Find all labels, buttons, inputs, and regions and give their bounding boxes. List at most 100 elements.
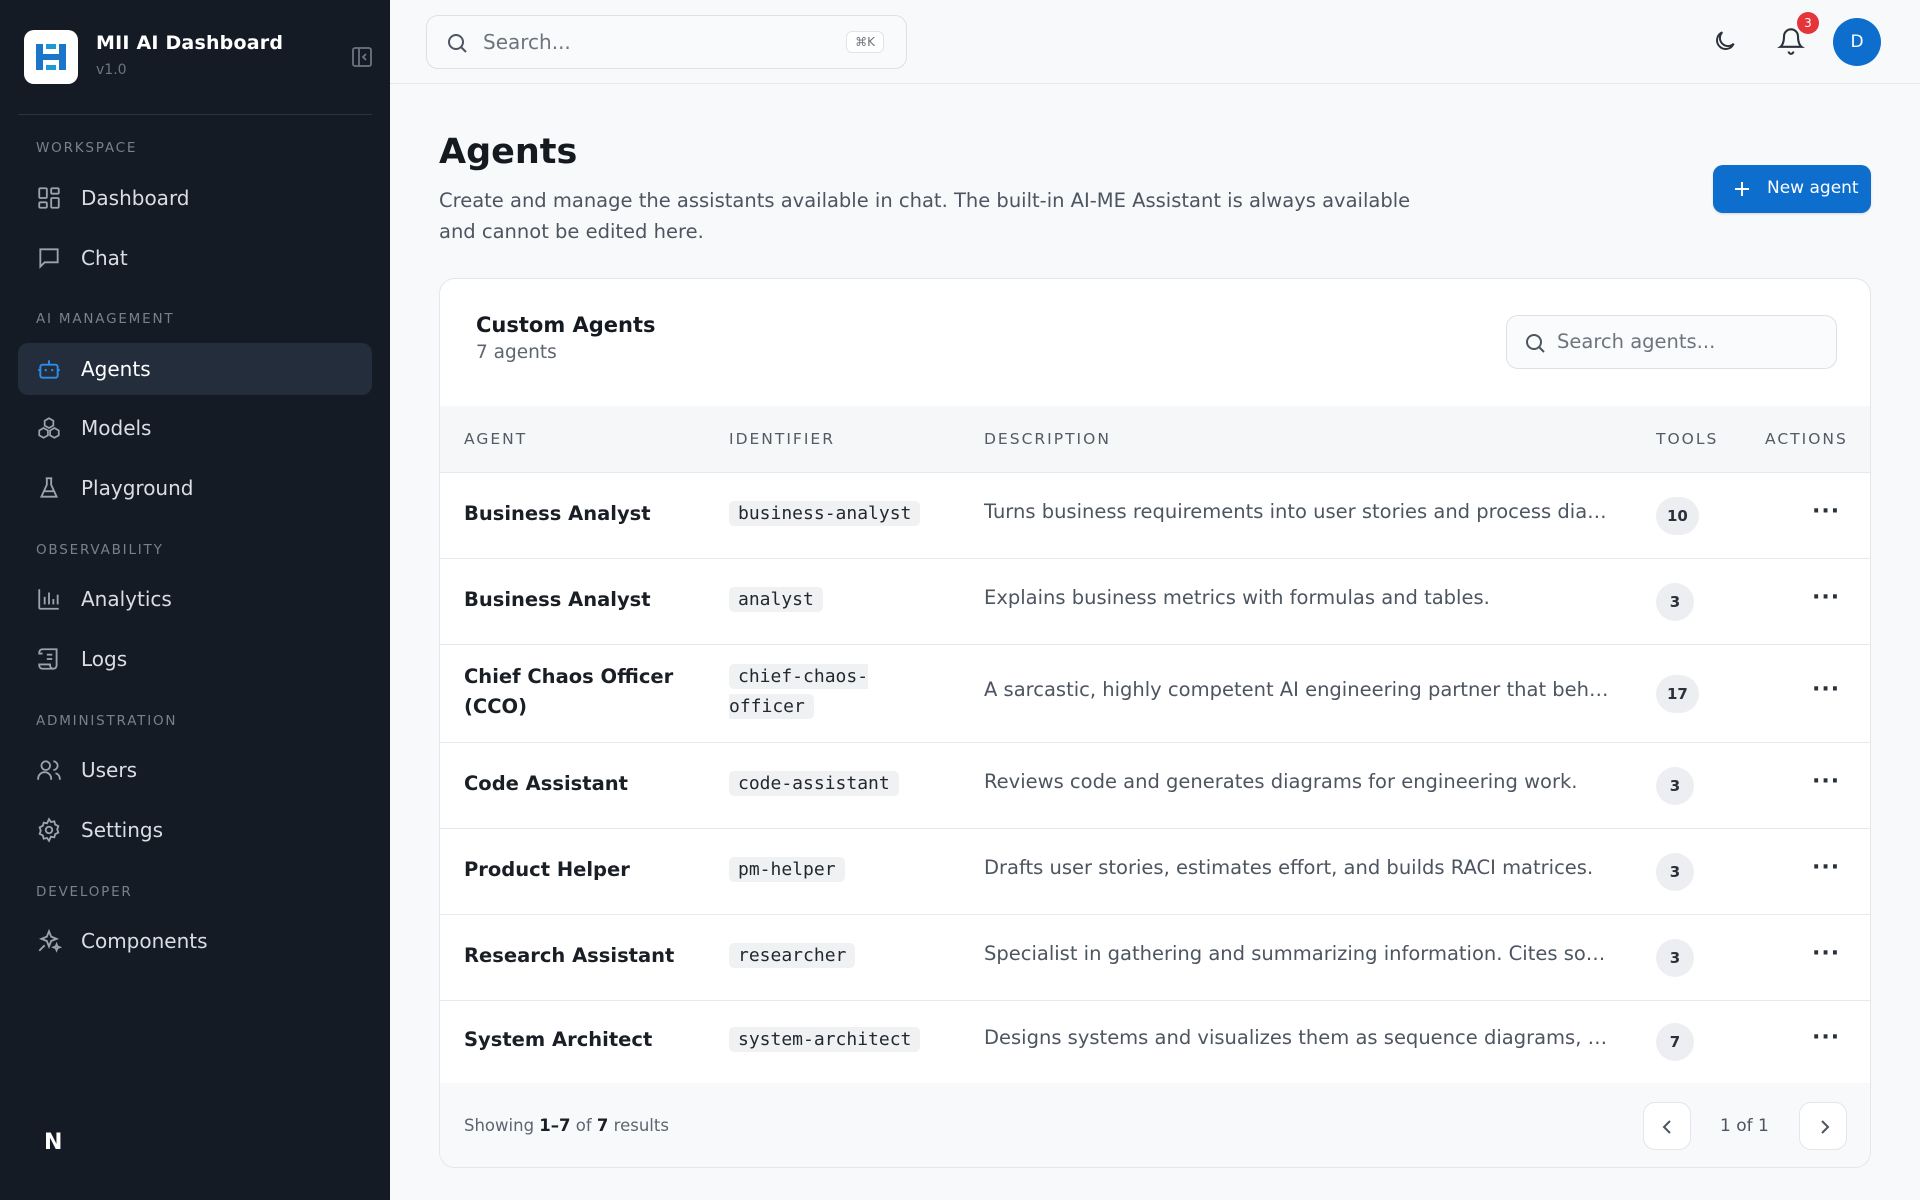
agent-identifier: system-architect [729, 1025, 921, 1055]
sidebar-item-label: Logs [81, 647, 128, 671]
table-row[interactable]: Code Assistant code-assistant Reviews co… [440, 743, 1870, 829]
sparkles-icon [36, 928, 63, 954]
sidebar-item-agents[interactable]: Agents [18, 343, 372, 395]
page-title: Agents [439, 132, 578, 172]
row-actions-menu-icon[interactable]: ··· [1812, 585, 1840, 610]
tools-count-badge: 10 [1656, 497, 1699, 535]
column-header-identifier: IDENTIFIER [729, 430, 835, 448]
agent-name: Product Helper [464, 858, 630, 881]
row-actions-menu-icon[interactable]: ··· [1812, 499, 1840, 524]
sidebar-item-chat[interactable]: Chat [18, 232, 372, 284]
column-header-actions: ACTIONS [1765, 430, 1848, 448]
sidebar-item-users[interactable]: Users [18, 744, 372, 796]
app-logo [24, 30, 78, 84]
new-agent-label: New agent [1767, 178, 1859, 198]
users-icon [36, 757, 62, 783]
sidebar-item-settings[interactable]: Settings [18, 804, 372, 856]
agent-description: Drafts user stories, estimates effort, a… [984, 856, 1594, 879]
theme-toggle-moon-icon[interactable] [1712, 28, 1738, 58]
section-title-developer: DEVELOPER [36, 884, 133, 900]
dashboard-grid-icon [36, 185, 62, 211]
table-row[interactable]: Business Analyst business-analyst Turns … [440, 473, 1870, 559]
sidebar-item-label: Users [81, 758, 138, 782]
table-row[interactable]: Chief Chaos Officer (CCO) chief-chaos-of… [440, 645, 1870, 743]
framework-logo: N [44, 1130, 63, 1155]
agent-description: Turns business requirements into user st… [984, 500, 1614, 523]
sidebar-item-label: Playground [81, 476, 194, 500]
agent-identifier: code-assistant [729, 769, 899, 799]
sidebar-collapse-icon[interactable] [350, 45, 374, 69]
sidebar-item-components[interactable]: Components [18, 915, 372, 967]
agent-description: Reviews code and generates diagrams for … [984, 770, 1578, 793]
column-header-description: DESCRIPTION [984, 430, 1111, 448]
agent-description: Designs systems and visualizes them as s… [984, 1026, 1614, 1049]
sidebar-item-analytics[interactable]: Analytics [18, 573, 372, 625]
scroll-icon [36, 646, 62, 672]
agent-description: Specialist in gathering and summarizing … [984, 942, 1614, 965]
new-agent-button[interactable]: New agent [1713, 165, 1871, 213]
table-row[interactable]: Product Helper pm-helper Drafts user sto… [440, 829, 1870, 915]
agent-identifier: pm-helper [729, 855, 845, 885]
tools-count-badge: 3 [1656, 583, 1694, 621]
table-row[interactable]: Business Analyst analyst Explains busine… [440, 559, 1870, 645]
agent-name: System Architect [464, 1028, 653, 1051]
agent-identifier: business-analyst [729, 499, 921, 529]
tools-count-badge: 7 [1656, 1023, 1694, 1061]
sidebar-item-label: Dashboard [81, 186, 190, 210]
agent-name: Research Assistant [464, 944, 675, 967]
user-avatar[interactable]: D [1833, 18, 1881, 66]
previous-page-button[interactable] [1643, 1102, 1691, 1150]
chat-bubble-icon [36, 245, 62, 271]
gear-icon [36, 817, 62, 843]
agent-name: Business Analyst [464, 502, 651, 525]
sidebar-item-label: Settings [81, 818, 164, 842]
sidebar-item-label: Chat [81, 246, 128, 270]
agent-count: 7 agents [476, 342, 557, 363]
sidebar-item-label: Components [81, 929, 208, 953]
sidebar-item-label: Models [81, 416, 152, 440]
row-actions-menu-icon[interactable]: ··· [1812, 769, 1840, 794]
agent-identifier: chief-chaos-officer [729, 664, 869, 719]
row-actions-menu-icon[interactable]: ··· [1812, 941, 1840, 966]
sidebar-item-label: Agents [81, 357, 151, 381]
agents-card: Custom Agents 7 agents Search agents... … [439, 278, 1871, 1168]
robot-icon [36, 356, 62, 382]
tools-count-badge: 17 [1656, 675, 1699, 713]
row-actions-menu-icon[interactable]: ··· [1812, 1025, 1840, 1050]
sidebar-item-label: Analytics [81, 587, 172, 611]
agent-identifier: researcher [729, 941, 856, 971]
global-search-input[interactable]: Search... ⌘K [426, 15, 907, 69]
search-placeholder: Search... [483, 30, 571, 54]
results-summary: Showing 1–7 of 7 results [464, 1116, 669, 1135]
agent-description: A sarcastic, highly competent AI enginee… [984, 678, 1614, 701]
brand: MII AI Dashboard v1.0 [24, 30, 374, 84]
tools-count-badge: 3 [1656, 767, 1694, 805]
card-title: Custom Agents [476, 313, 656, 337]
shortcut-hint: ⌘K [846, 31, 884, 53]
agent-search-input[interactable]: Search agents... [1506, 315, 1837, 369]
column-header-agent: AGENT [464, 430, 528, 448]
next-page-button[interactable] [1799, 1102, 1847, 1150]
sidebar-item-logs[interactable]: Logs [18, 633, 372, 685]
notification-badge: 3 [1797, 12, 1819, 34]
topbar: Search... ⌘K 3 D [390, 0, 1920, 84]
models-cube-icon [36, 415, 62, 441]
page-description: Create and manage the assistants availab… [439, 189, 1411, 243]
row-actions-menu-icon[interactable]: ··· [1812, 677, 1840, 702]
agent-identifier: analyst [729, 585, 823, 615]
table-footer: Showing 1–7 of 7 results 1 of 1 [440, 1083, 1870, 1167]
table-row[interactable]: Research Assistant researcher Specialist… [440, 915, 1870, 1001]
sidebar-item-models[interactable]: Models [18, 402, 372, 454]
section-title-administration: ADMINISTRATION [36, 713, 178, 729]
agent-name: Code Assistant [464, 772, 628, 795]
page-indicator: 1 of 1 [1720, 1116, 1769, 1136]
table-header: AGENT IDENTIFIER DESCRIPTION TOOLS ACTIO… [440, 406, 1870, 473]
sidebar-item-playground[interactable]: Playground [18, 462, 372, 514]
bar-chart-icon [36, 586, 62, 612]
agent-description: Explains business metrics with formulas … [984, 586, 1490, 609]
table-row[interactable]: System Architect system-architect Design… [440, 1001, 1870, 1083]
sidebar-item-dashboard[interactable]: Dashboard [18, 172, 372, 224]
agent-name: Business Analyst [464, 588, 651, 611]
row-actions-menu-icon[interactable]: ··· [1812, 855, 1840, 880]
search-icon [1523, 331, 1547, 359]
